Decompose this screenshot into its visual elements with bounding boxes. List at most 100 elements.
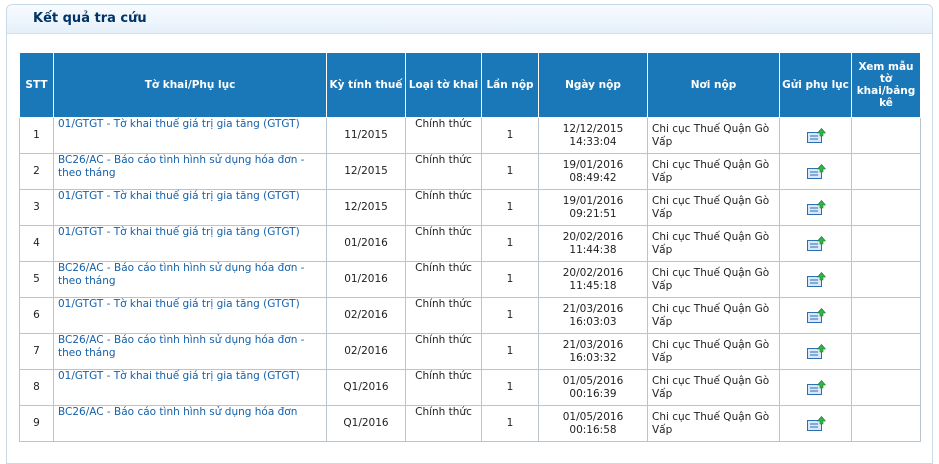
cell-times: 1	[481, 261, 539, 298]
cell-form: BC26/AC - Báo cáo tình hình sử dụng hóa …	[53, 405, 327, 442]
cell-type: Chính thức	[405, 117, 482, 154]
cell-stt: 5	[19, 261, 54, 298]
cell-place: Chi cục Thuế Quận Gò Vấp	[647, 117, 780, 154]
submit-time: 14:33:04	[569, 135, 617, 148]
cell-place: Chi cục Thuế Quận Gò Vấp	[647, 297, 780, 334]
cell-stt: 9	[19, 405, 54, 442]
cell-type: Chính thức	[405, 405, 482, 442]
cell-send	[779, 333, 852, 370]
cell-form: 01/GTGT - Tờ khai thuế giá trị gia tăng …	[53, 369, 327, 406]
send-appendix-icon[interactable]	[806, 343, 826, 360]
send-appendix-icon[interactable]	[806, 199, 826, 216]
form-link[interactable]: BC26/AC - Báo cáo tình hình sử dụng hóa …	[58, 406, 297, 418]
cell-date: 21/03/2016 16:03:32	[538, 333, 648, 370]
header-period: Kỳ tính thuế	[326, 52, 406, 118]
cell-send	[779, 153, 852, 190]
cell-place: Chi cục Thuế Quận Gò Vấp	[647, 225, 780, 262]
cell-times: 1	[481, 153, 539, 190]
cell-period: 01/2016	[326, 225, 406, 262]
table-row: 5 BC26/AC - Báo cáo tình hình sử dụng hóa…	[19, 261, 921, 298]
form-link[interactable]: BC26/AC - Báo cáo tình hình sử dụng hóa …	[58, 334, 304, 359]
cell-view	[851, 369, 921, 406]
form-link[interactable]: 01/GTGT - Tờ khai thuế giá trị gia tăng …	[58, 118, 300, 130]
form-link[interactable]: 01/GTGT - Tờ khai thuế giá trị gia tăng …	[58, 226, 300, 238]
cell-times: 1	[481, 405, 539, 442]
cell-place: Chi cục Thuế Quận Gò Vấp	[647, 261, 780, 298]
cell-form: 01/GTGT - Tờ khai thuế giá trị gia tăng …	[53, 225, 327, 262]
form-link[interactable]: 01/GTGT - Tờ khai thuế giá trị gia tăng …	[58, 370, 300, 382]
form-link[interactable]: BC26/AC - Báo cáo tình hình sử dụng hóa …	[58, 154, 304, 179]
cell-period: 12/2015	[326, 153, 406, 190]
cell-view	[851, 261, 921, 298]
table-row: 6 01/GTGT - Tờ khai thuế giá trị gia tăng…	[19, 297, 921, 334]
submit-date: 19/01/2016	[562, 158, 624, 171]
submit-date: 20/02/2016	[562, 266, 624, 279]
submit-time: 16:03:32	[569, 351, 617, 364]
header-stt: STT	[19, 52, 54, 118]
cell-send	[779, 225, 852, 262]
send-appendix-icon[interactable]	[806, 163, 826, 180]
table-row: 7 BC26/AC - Báo cáo tình hình sử dụng hóa…	[19, 333, 921, 370]
cell-send	[779, 369, 852, 406]
cell-date: 01/05/2016 00:16:39	[538, 369, 648, 406]
header-form: Tờ khai/Phụ lục	[53, 52, 327, 118]
cell-period: 11/2015	[326, 117, 406, 154]
cell-view	[851, 225, 921, 262]
submit-date: 01/05/2016	[562, 374, 624, 387]
cell-date: 20/02/2016 11:45:18	[538, 261, 648, 298]
table-row: 1 01/GTGT - Tờ khai thuế giá trị gia tăng…	[19, 117, 921, 154]
cell-period: 01/2016	[326, 261, 406, 298]
results-panel: Kết quả tra cứu STT Tờ khai/Phụ lục Kỳ t…	[6, 4, 933, 464]
cell-type: Chính thức	[405, 297, 482, 334]
header-place: Nơi nộp	[647, 52, 780, 118]
table-header-row: STT Tờ khai/Phụ lục Kỳ tính thuế Loại tờ…	[19, 52, 921, 118]
cell-view	[851, 189, 921, 226]
cell-date: 19/01/2016 08:49:42	[538, 153, 648, 190]
cell-stt: 7	[19, 333, 54, 370]
submit-date: 19/01/2016	[562, 194, 624, 207]
table-row: 4 01/GTGT - Tờ khai thuế giá trị gia tăng…	[19, 225, 921, 262]
send-appendix-icon[interactable]	[806, 415, 826, 432]
cell-stt: 3	[19, 189, 54, 226]
cell-view	[851, 297, 921, 334]
send-appendix-icon[interactable]	[806, 379, 826, 396]
send-appendix-icon[interactable]	[806, 127, 826, 144]
cell-place: Chi cục Thuế Quận Gò Vấp	[647, 333, 780, 370]
cell-date: 21/03/2016 16:03:03	[538, 297, 648, 334]
send-appendix-icon[interactable]	[806, 271, 826, 288]
cell-type: Chính thức	[405, 189, 482, 226]
submit-date: 12/12/2015	[562, 122, 624, 135]
table-row: 2 BC26/AC - Báo cáo tình hình sử dụng hóa…	[19, 153, 921, 190]
cell-form: BC26/AC - Báo cáo tình hình sử dụng hóa …	[53, 333, 327, 370]
form-link[interactable]: BC26/AC - Báo cáo tình hình sử dụng hóa …	[58, 262, 304, 287]
send-appendix-icon[interactable]	[806, 235, 826, 252]
cell-stt: 1	[19, 117, 54, 154]
submit-time: 16:03:03	[569, 315, 617, 328]
panel-title: Kết quả tra cứu	[33, 11, 147, 26]
cell-form: 01/GTGT - Tờ khai thuế giá trị gia tăng …	[53, 117, 327, 154]
cell-type: Chính thức	[405, 261, 482, 298]
cell-period: 02/2016	[326, 333, 406, 370]
cell-type: Chính thức	[405, 369, 482, 406]
cell-date: 20/02/2016 11:44:38	[538, 225, 648, 262]
cell-view	[851, 153, 921, 190]
cell-form: 01/GTGT - Tờ khai thuế giá trị gia tăng …	[53, 297, 327, 334]
cell-type: Chính thức	[405, 333, 482, 370]
header-date: Ngày nộp	[538, 52, 648, 118]
cell-form: BC26/AC - Báo cáo tình hình sử dụng hóa …	[53, 153, 327, 190]
cell-period: 12/2015	[326, 189, 406, 226]
header-type: Loại tờ khai	[405, 52, 482, 118]
form-link[interactable]: 01/GTGT - Tờ khai thuế giá trị gia tăng …	[58, 298, 300, 310]
cell-view	[851, 117, 921, 154]
submit-date: 01/05/2016	[562, 410, 624, 423]
cell-view	[851, 333, 921, 370]
submit-time: 08:49:42	[569, 171, 617, 184]
form-link[interactable]: 01/GTGT - Tờ khai thuế giá trị gia tăng …	[58, 190, 300, 202]
send-appendix-icon[interactable]	[806, 307, 826, 324]
submit-time: 11:45:18	[569, 279, 617, 292]
cell-date: 12/12/2015 14:33:04	[538, 117, 648, 154]
cell-times: 1	[481, 369, 539, 406]
cell-times: 1	[481, 117, 539, 154]
cell-send	[779, 189, 852, 226]
cell-period: Q1/2016	[326, 405, 406, 442]
